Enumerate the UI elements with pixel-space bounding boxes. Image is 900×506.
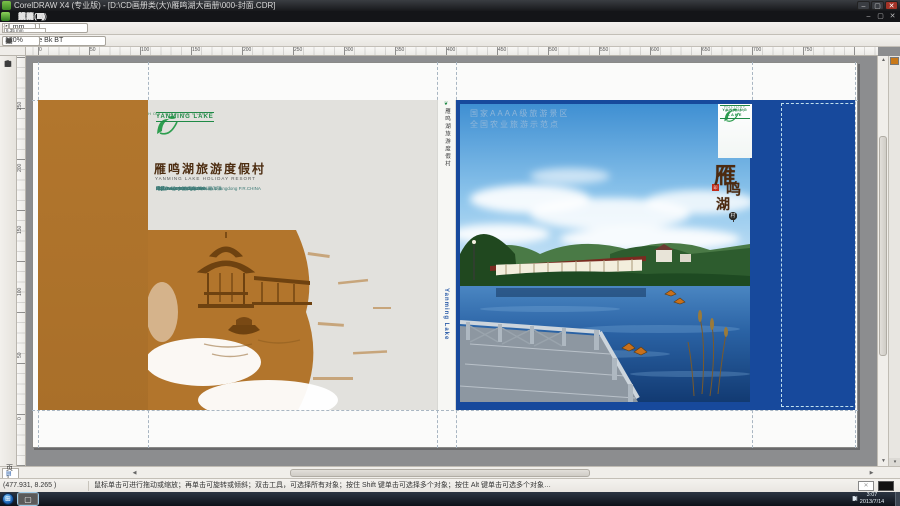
ruler-label: 600 <box>651 47 659 54</box>
ruler-label: 150 <box>192 47 200 54</box>
ruler-label: 200 <box>17 164 23 172</box>
doc-close-button[interactable]: ✕ <box>887 12 898 21</box>
minimize-button[interactable]: – <box>857 1 870 10</box>
vruler-ticks <box>17 56 25 466</box>
cover-left-flap[interactable] <box>38 100 148 410</box>
ruler-label: 750 <box>804 47 812 54</box>
ruler-label: 100 <box>17 288 23 296</box>
outline-indicator <box>878 481 894 491</box>
cover-badge-text: 国家AAAA级旅游景区 全国农业旅游示范点 <box>470 108 569 130</box>
ruler-label: 50 <box>17 352 23 358</box>
guide-horizontal[interactable] <box>32 410 858 411</box>
spine[interactable]: ❦ 雁鸣湖旅游度假村 Yanming Lake <box>437 100 456 410</box>
color-palette: ✕▾ <box>888 56 900 466</box>
back-cover-title-cn: 雁鸣湖旅游度假村 <box>154 160 294 177</box>
selection-marquee[interactable] <box>781 103 855 407</box>
maximize-button[interactable]: ▢ <box>871 1 884 10</box>
scroll-up-arrow[interactable]: ▲ <box>879 56 888 65</box>
clock-time: 3:07 <box>852 492 892 499</box>
menu-bar: 文件(F)编辑(E)视图(V)版面(L)排列(A)效果(C)位图(B)文本(X)… <box>0 11 900 22</box>
doc-restore-button[interactable]: ▢ <box>875 12 886 21</box>
ruler-label: 150 <box>17 226 23 234</box>
menu-item[interactable]: 帮助(H) <box>13 11 50 22</box>
ruler-label: 100 <box>141 47 149 54</box>
app-icon <box>2 1 11 10</box>
palette-more-button[interactable]: ▾ <box>889 458 900 466</box>
zoom-height-button[interactable]: ↕ <box>3 35 15 46</box>
cover-badge-line1: 国家AAAA级旅游景区 <box>470 108 569 119</box>
palette-swatch[interactable] <box>890 57 899 65</box>
ruler-label: 250 <box>17 102 23 110</box>
document-icon <box>1 12 10 21</box>
vscroll-thumb[interactable] <box>879 136 887 356</box>
scroll-down-arrow[interactable]: ▼ <box>879 457 888 466</box>
status-bar: (477.931, 8.265 ) 鼠标单击可进行拖动或缩放；再单击可旋转或倾斜… <box>0 478 900 492</box>
start-button[interactable]: ⊞ <box>2 493 14 505</box>
standard-toolbar: ▯▱▣⊟✂⊡▤↶↷↧↥⊞◉ 贴齐 ▾ ≡ 自定义▾ 750.0 mm 285.0… <box>0 22 900 35</box>
cover-logo-box: YANMING LAKE HOLIDAY RESORT <box>718 104 752 158</box>
ruler-label: 350 <box>396 47 404 54</box>
taskbar-notes-app[interactable]: ▢ <box>18 493 38 505</box>
front-cover[interactable]: 国家AAAA级旅游景区 全国农业旅游示范点 YANMING LAKE HOLID… <box>456 100 855 410</box>
ruler-label: 250 <box>294 47 302 54</box>
clock-date: 2013/7/14 <box>852 499 892 506</box>
text-toolbar: T AvantGarde Bk BT▾ 24pt▾ BIU≡≣¶F✎A—A| 1… <box>0 35 900 47</box>
close-button[interactable]: ✕ <box>885 1 898 10</box>
coreldraw-window: CorelDRAW X4 (专业版) - [D:\CD画册类(大)\雁鸣湖大画册… <box>0 0 900 506</box>
calligraphy-char: 湖 <box>716 194 730 214</box>
horizontal-ruler[interactable]: 0 50 100 150 200 250 300 350 400 450 500 550 600 650 7… <box>26 47 878 56</box>
horizontal-scrollbar[interactable]: ◀ ▶ <box>130 468 876 478</box>
ruler-origin[interactable] <box>0 47 26 56</box>
ruler-label: 650 <box>702 47 710 54</box>
status-hint: 鼠标单击可进行拖动或缩放；再单击可旋转或倾斜；双击工具，可选择所有对象；按住 S… <box>94 479 784 493</box>
ruler-label: 550 <box>600 47 608 54</box>
system-clock[interactable]: 3:07 2013/7/14 <box>852 492 892 506</box>
back-cover-title-en: YANMING LAKE HOLIDAY RESORT <box>155 176 256 181</box>
title-bar[interactable]: CorelDRAW X4 (专业版) - [D:\CD画册类(大)\雁鸣湖大画册… <box>0 0 900 11</box>
window-title: CorelDRAW X4 (专业版) - [D:\CD画册类(大)\雁鸣湖大画册… <box>14 0 276 11</box>
lake-photo-image <box>460 104 750 402</box>
windows-taskbar: ⊞ ×◉AiBrO▲▰nPsKQeM▰✉★◎▶◆ee◈⇅▢ ▴◧◂▾ 3:07 … <box>0 492 900 506</box>
lake-photo[interactable] <box>460 104 750 402</box>
badge-col: 旅游度假村 <box>728 212 738 224</box>
ruler-label: 700 <box>753 47 761 54</box>
cover-logo-sub: HOLIDAY RESORT <box>718 105 752 113</box>
seal-badge: 村 <box>729 212 737 220</box>
ruler-label: 50 <box>90 47 96 54</box>
vertical-ruler[interactable]: 250 200 150 100 50 0 <box>17 56 26 466</box>
hscroll-thumb[interactable] <box>290 469 590 477</box>
page-tab-icon: ▤ <box>6 469 12 479</box>
ruler-label: 400 <box>447 47 455 54</box>
back-cover[interactable]: YANMING LAKE HOLIDAY RESORT 雁鸣湖旅游度假村 YAN… <box>148 100 437 410</box>
cursor-coordinates: (477.931, 8.265 ) <box>3 479 87 493</box>
address-line: http://www.yaminghu.cn <box>156 186 204 192</box>
divider <box>88 481 89 491</box>
scroll-right-arrow[interactable]: ▶ <box>867 468 876 478</box>
spine-title-en: Yanming Lake <box>443 288 449 398</box>
bottom-bar: ▦ ⇤◀ 1 / 1 ▶⇥ ▤ 页 1 ◀ ▶ <box>0 466 900 478</box>
doc-minimize-button[interactable]: – <box>863 12 874 21</box>
toolbox: ↖◤✂◎∿◆▭○★◇A▦▥✎✒◑▨ <box>0 56 17 466</box>
cover-badge-line2: 全国农业旅游示范点 <box>470 119 569 130</box>
fill-indicator: ✕ <box>858 481 874 491</box>
interactive-fill-tool[interactable]: ▨ <box>1 58 15 70</box>
pavilion-illustration <box>148 212 437 410</box>
ruler-label: 200 <box>243 47 251 54</box>
page-tab[interactable]: ▤ 页 1 <box>2 468 19 479</box>
ruler-label: 0 <box>39 47 42 54</box>
duplicate-y-field[interactable]: 6.35 mm <box>4 28 46 33</box>
spine-title-cn: 雁鸣湖旅游度假村 <box>443 108 451 238</box>
calligraphy-col: 印 雁鸣湖 <box>710 158 754 254</box>
ruler-label: 450 <box>498 47 506 54</box>
back-logo-sub: HOLIDAY RESORT <box>148 111 211 116</box>
spine-mark: ❦ <box>444 102 450 107</box>
show-desktop-button[interactable] <box>895 492 900 506</box>
canvas[interactable]: YANMING LAKE HOLIDAY RESORT 雁鸣湖旅游度假村 YAN… <box>26 56 877 466</box>
ruler-label: 500 <box>549 47 557 54</box>
ruler-label: 0 <box>17 417 23 420</box>
guide-vertical[interactable] <box>855 62 856 448</box>
vertical-scrollbar[interactable]: ▲ ▼ <box>877 56 888 466</box>
scroll-left-arrow[interactable]: ◀ <box>130 468 139 478</box>
ruler-label: 300 <box>345 47 353 54</box>
